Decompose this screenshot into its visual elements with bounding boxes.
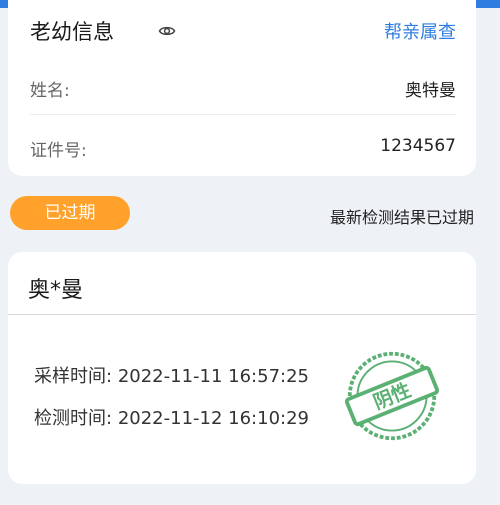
sample-time-row: 采样时间: 2022-11-11 16:57:25 xyxy=(34,362,309,388)
info-divider xyxy=(30,114,456,115)
bottom-background xyxy=(0,495,500,505)
name-value: 奥特曼 xyxy=(405,81,456,101)
negative-stamp-icon: 阴性 xyxy=(344,351,440,441)
status-message: 最新检测结果已过期 xyxy=(329,208,474,227)
test-result-card: 奥*曼 采样时间: 2022-11-11 16:57:25 检测时间: 2022… xyxy=(8,252,476,484)
elder-child-info-card: 老幼信息 帮亲属查 姓名: 奥特曼 证件号: 1234567 xyxy=(8,0,476,176)
check-for-family-link[interactable]: 帮亲属查 xyxy=(384,18,456,44)
id-label: 证件号: xyxy=(30,141,87,161)
eye-icon[interactable] xyxy=(158,22,176,40)
test-time-value: 2022-11-12 16:10:29 xyxy=(117,408,309,429)
id-row: 证件号: 1234567 xyxy=(30,136,456,161)
info-card-header: 老幼信息 帮亲属查 xyxy=(30,16,456,44)
test-time-label: 检测时间: xyxy=(34,408,113,429)
info-card-title: 老幼信息 xyxy=(30,20,114,44)
expired-status-badge: 已过期 xyxy=(10,196,130,230)
name-label: 姓名: xyxy=(30,81,70,101)
sample-time-value: 2022-11-11 16:57:25 xyxy=(117,366,309,387)
result-divider xyxy=(8,314,476,315)
sample-time-label: 采样时间: xyxy=(34,366,113,387)
id-value: 1234567 xyxy=(380,136,456,156)
test-time-row: 检测时间: 2022-11-12 16:10:29 xyxy=(34,404,309,430)
name-row: 姓名: 奥特曼 xyxy=(30,76,456,101)
masked-name: 奥*曼 xyxy=(28,278,84,303)
